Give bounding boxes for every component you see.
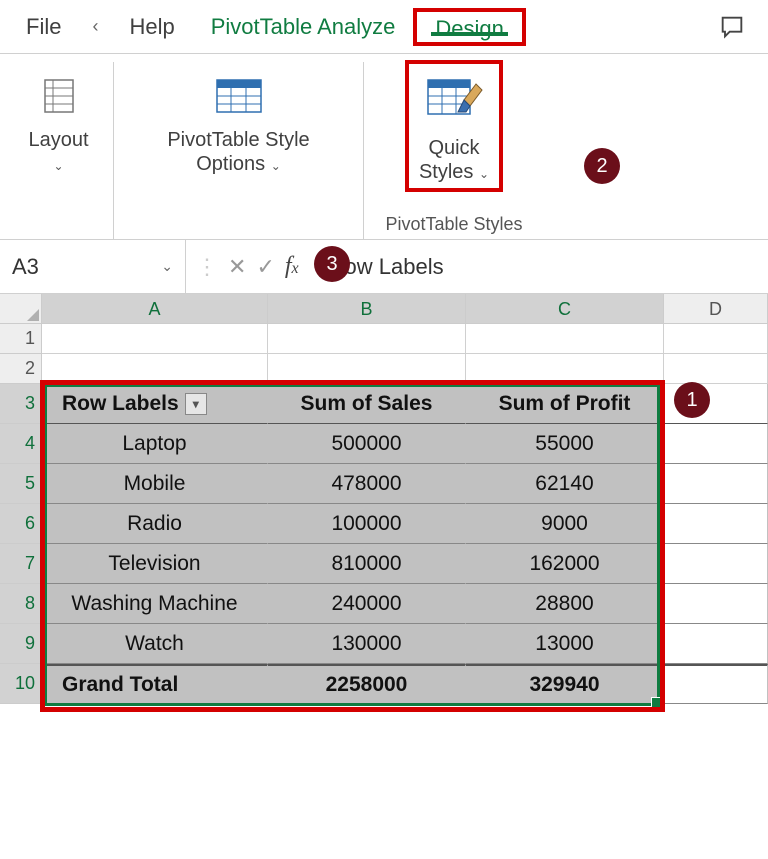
pivot-header-rowlabels[interactable]: Row Labels bbox=[42, 384, 268, 424]
col-header-D[interactable]: D bbox=[664, 294, 768, 323]
col-header-A[interactable]: A bbox=[42, 294, 268, 323]
layout-icon[interactable] bbox=[37, 62, 81, 124]
tab-file[interactable]: File bbox=[8, 0, 79, 53]
ribbon: Layout⌄ PivotTable StyleOptions ⌄ bbox=[0, 54, 768, 240]
tab-help[interactable]: Help bbox=[111, 0, 192, 53]
col-header-C[interactable]: C bbox=[466, 294, 664, 323]
formula-bar: A3 ⌄ ⋮ ✕ ✓ fx Row Labels bbox=[0, 240, 768, 294]
ribbon-group-layout: Layout⌄ bbox=[4, 62, 114, 239]
pivot-row: Laptop 500000 55000 bbox=[42, 424, 768, 464]
annotation-badge-2: 2 bbox=[584, 148, 620, 184]
comments-button[interactable] bbox=[704, 0, 760, 53]
annotation-badge-3: 3 bbox=[314, 246, 350, 282]
select-all-corner[interactable] bbox=[0, 294, 42, 323]
column-headers: A B C D bbox=[0, 294, 768, 324]
pivot-total-row: Grand Total 2258000 329940 bbox=[42, 664, 768, 704]
ribbon-group-title: PivotTable Styles bbox=[385, 214, 522, 235]
row-header-2[interactable]: 2 bbox=[0, 354, 42, 384]
ribbon-tabbar: File ‹ Help PivotTable Analyze Design bbox=[0, 0, 768, 54]
row-header-4[interactable]: 4 bbox=[0, 424, 42, 464]
ribbon-group-pivottable-styles: QuickStyles ⌄ PivotTable Styles bbox=[364, 62, 544, 239]
accept-formula-button[interactable]: ✓ bbox=[256, 254, 274, 280]
cells-area[interactable]: Row Labels Sum of Sales Sum of Profit La… bbox=[42, 324, 768, 704]
row-header-6[interactable]: 6 bbox=[0, 504, 42, 544]
annotation-badge-1: 1 bbox=[674, 382, 710, 418]
cancel-formula-button[interactable]: ✕ bbox=[228, 254, 246, 280]
pivot-header-profit[interactable]: Sum of Profit bbox=[466, 384, 664, 424]
quick-styles-icon[interactable] bbox=[419, 70, 489, 132]
pivottable-style-options-label[interactable]: PivotTable StyleOptions ⌄ bbox=[167, 128, 309, 176]
pivot-row: Washing Machine 240000 28800 bbox=[42, 584, 768, 624]
chevron-down-icon[interactable]: ⌄ bbox=[161, 258, 173, 275]
row-headers: 1 2 3 4 5 6 7 8 9 10 bbox=[0, 324, 42, 704]
worksheet: A B C D 1 2 3 4 5 6 7 8 9 10 Row Labels bbox=[0, 294, 768, 704]
tab-pivottable-analyze[interactable]: PivotTable Analyze bbox=[193, 0, 414, 53]
tab-design-wrap: Design bbox=[413, 0, 525, 53]
row-header-10[interactable]: 10 bbox=[0, 664, 42, 704]
row-header-1[interactable]: 1 bbox=[0, 324, 42, 354]
pivot-row: Radio 100000 9000 bbox=[42, 504, 768, 544]
comment-icon bbox=[718, 13, 746, 41]
row-header-8[interactable]: 8 bbox=[0, 584, 42, 624]
row-header-3[interactable]: 3 bbox=[0, 384, 42, 424]
fx-icon[interactable]: fx bbox=[285, 253, 299, 280]
name-box[interactable]: A3 ⌄ bbox=[0, 240, 186, 293]
pivot-row: Mobile 478000 62140 bbox=[42, 464, 768, 504]
ribbon-group-style-options: PivotTable StyleOptions ⌄ bbox=[114, 62, 364, 239]
quick-styles-highlight: QuickStyles ⌄ bbox=[405, 60, 503, 192]
row-header-5[interactable]: 5 bbox=[0, 464, 42, 504]
pivottable-style-options-icon[interactable] bbox=[211, 62, 267, 124]
tab-scroll-left[interactable]: ‹ bbox=[79, 0, 111, 53]
tab-design[interactable]: Design bbox=[413, 8, 525, 46]
rowlabels-filter-button[interactable] bbox=[185, 393, 207, 415]
pivot-header-row: Row Labels Sum of Sales Sum of Profit bbox=[42, 384, 768, 424]
quick-styles-label[interactable]: QuickStyles ⌄ bbox=[419, 136, 489, 184]
name-box-value: A3 bbox=[12, 254, 39, 280]
formula-bar-buttons: ⋮ ✕ ✓ fx bbox=[186, 253, 309, 280]
row-header-7[interactable]: 7 bbox=[0, 544, 42, 584]
col-header-B[interactable]: B bbox=[268, 294, 466, 323]
layout-label[interactable]: Layout⌄ bbox=[28, 128, 88, 176]
pivot-row: Watch 130000 13000 bbox=[42, 624, 768, 664]
row-header-9[interactable]: 9 bbox=[0, 624, 42, 664]
pivot-row: Television 810000 162000 bbox=[42, 544, 768, 584]
pivot-header-sales[interactable]: Sum of Sales bbox=[268, 384, 466, 424]
